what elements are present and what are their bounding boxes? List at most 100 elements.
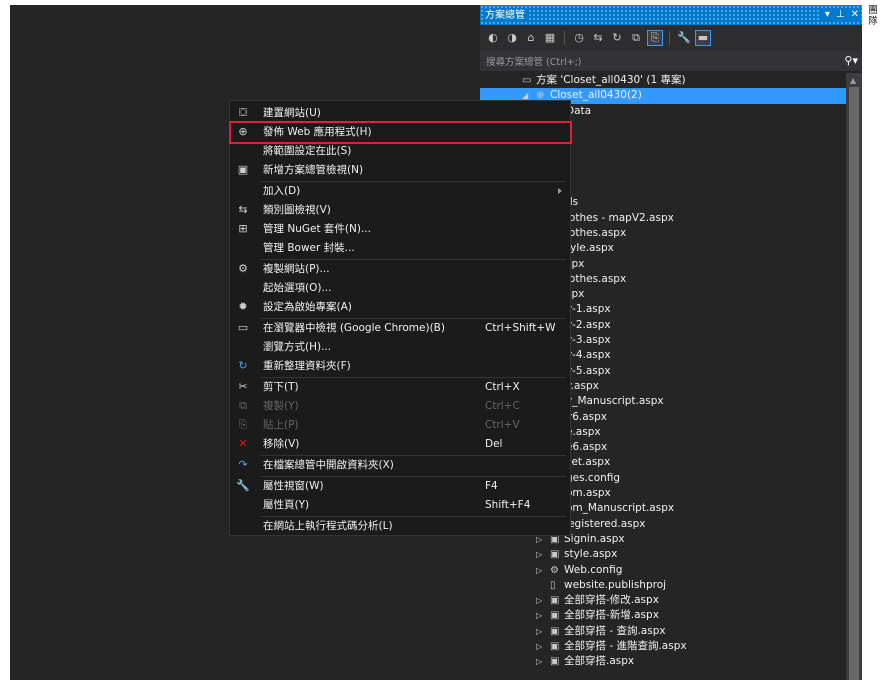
menu-item[interactable]: 管理 Bower 封裝...: [230, 239, 570, 258]
tree-item-label: ges.config: [566, 471, 621, 484]
menu-item[interactable]: ▭ 在瀏覽器中檢視 (Google Chrome)(B) Ctrl+Shift+W: [230, 319, 570, 338]
menu-item[interactable]: ↻ 重新整理資料夾(F): [230, 357, 570, 376]
tree-item[interactable]: ▭ 方案 'Closet_all0430' (1 專案): [480, 73, 846, 88]
menu-item-label: 屬性視窗(W): [263, 480, 324, 492]
collapse-arrow-icon[interactable]: ▷: [536, 563, 542, 578]
copy-icon: ⧉: [239, 399, 247, 412]
tree-item[interactable]: ▷ ▣ style.aspx: [480, 547, 846, 562]
build-icon: ⛋: [238, 106, 248, 119]
solution-explorer-search-input[interactable]: 搜尋方案總管 (Ctrl+;) ⚲▾: [480, 51, 862, 71]
tree-item[interactable]: ▷ ▣ 全部穿搭 - 進階查詢.aspx: [480, 639, 846, 654]
switch-views-icon[interactable]: ▦: [543, 31, 557, 45]
menu-item-label: 剪下(T): [263, 381, 299, 393]
preview-icon[interactable]: ▬: [695, 30, 711, 46]
paste-icon: ⎘: [238, 418, 248, 431]
tree-item-label: Web.config: [564, 563, 623, 576]
sync-icon[interactable]: ⇆: [591, 31, 605, 45]
solution-explorer-titlebar[interactable]: 方案總管 ▾ ⊥ ✕: [480, 5, 862, 25]
menu-item-shortcut: Ctrl+Shift+W: [485, 322, 556, 334]
tree-item-label: 全部穿搭 - 查詢.aspx: [564, 624, 666, 637]
menu-item-label: 瀏覽方式(H)...: [263, 341, 332, 353]
menu-item[interactable]: ✹ 設定為啟始專案(A): [230, 298, 570, 317]
menu-item[interactable]: 🔧 屬性視窗(W) F4: [230, 477, 570, 496]
menu-item[interactable]: ✂ 剪下(T) Ctrl+X: [230, 378, 570, 397]
history-icon[interactable]: ◷: [572, 31, 586, 45]
menu-item-label: 在瀏覽器中檢視 (Google Chrome)(B): [263, 322, 445, 334]
menu-item[interactable]: ⚙ 複製網站(P)...: [230, 260, 570, 279]
scrollbar-thumb[interactable]: [849, 87, 859, 680]
menu-item[interactable]: 起始選項(O)...: [230, 279, 570, 298]
tree-item[interactable]: ▯ website.publishproj: [480, 578, 846, 593]
menu-item[interactable]: 屬性頁(Y) Shift+F4: [230, 496, 570, 515]
menu-item[interactable]: ⇆ 類別圖檢視(V): [230, 201, 570, 220]
tree-item-label: y-5.aspx: [566, 364, 611, 377]
highlight-box: [229, 121, 572, 144]
vertical-scrollbar[interactable]: ▲: [846, 73, 862, 680]
aspx-file-icon: ▣: [550, 640, 560, 652]
dropdown-icon[interactable]: ▾: [825, 8, 830, 22]
toolbar-separator: [669, 31, 670, 45]
menu-item-label: 將範圍設定在此(S): [263, 145, 352, 157]
menu-item-shortcut: Shift+F4: [485, 499, 531, 511]
tree-item-label: y-1.aspx: [566, 303, 611, 316]
tree-item-label: style.aspx: [564, 548, 618, 561]
tree-item-label: om_Manuscript.aspx: [566, 502, 675, 515]
tree-item-label: 全部穿搭 - 進階查詢.aspx: [564, 639, 687, 652]
delete-icon: ✕: [238, 437, 248, 450]
menu-item[interactable]: ⊞ 管理 NuGet 套件(N)...: [230, 220, 570, 239]
search-icon[interactable]: ⚲▾: [844, 54, 858, 67]
menu-item[interactable]: ▣ 新增方案總管檢視(N): [230, 161, 570, 180]
tree-item-label: lothes.aspx: [566, 226, 627, 239]
menu-item-label: 起始選項(O)...: [263, 282, 332, 294]
menu-item-label: 重新整理資料夾(F): [263, 360, 351, 372]
forward-icon[interactable]: ◑: [505, 31, 519, 45]
menu-item-shortcut: F4: [485, 480, 498, 492]
collapse-arrow-icon[interactable]: ▷: [536, 639, 542, 654]
collapse-arrow-icon[interactable]: ▷: [536, 608, 542, 623]
menu-item-label: 複製網站(P)...: [263, 263, 330, 275]
show-all-files-icon[interactable]: ⎘: [647, 30, 663, 46]
menu-item[interactable]: 在網站上執行程式碼分析(L): [230, 517, 570, 536]
menu-item[interactable]: ⊕ 發佈 Web 應用程式(H): [229, 121, 572, 144]
menu-item[interactable]: 將範圍設定在此(S): [230, 142, 570, 161]
aspx-file-icon: ▣: [550, 610, 560, 622]
team-explorer-tab[interactable]: 團隊: [864, 5, 882, 45]
collapse-arrow-icon[interactable]: ▷: [536, 654, 542, 669]
tree-item-label: om.aspx: [566, 487, 611, 500]
back-icon[interactable]: ◐: [486, 31, 500, 45]
copy-website-icon: ⚙: [238, 262, 248, 275]
refresh-icon[interactable]: ↻: [610, 31, 624, 45]
tree-item[interactable]: ▷ ▣ 全部穿搭 - 查詢.aspx: [480, 624, 846, 639]
collapse-arrow-icon[interactable]: ▷: [536, 547, 542, 562]
menu-item-label: 在檔案總管中開啟資料夾(X): [263, 459, 394, 471]
menu-item-label: 新增方案總管檢視(N): [263, 164, 364, 176]
open-folder-icon: ↷: [238, 458, 248, 471]
tree-item[interactable]: ▷ ⚙ Web.config: [480, 563, 846, 578]
tree-item-label: 方案 'Closet_all0430' (1 專案): [536, 74, 686, 86]
tree-item[interactable]: ▷ ▣ 全部穿搭-修改.aspx: [480, 593, 846, 608]
scroll-up-icon[interactable]: ▲: [850, 76, 856, 85]
collapse-all-icon[interactable]: ⧉: [629, 31, 643, 45]
tree-item-label: Signin.aspx: [564, 532, 625, 545]
tree-item-label: e6.aspx: [566, 441, 608, 454]
properties-icon[interactable]: 🔧: [677, 31, 691, 45]
home-icon[interactable]: ⌂: [524, 31, 538, 45]
tree-item[interactable]: ▷ ▣ 全部穿搭.aspx: [480, 654, 846, 669]
pin-icon[interactable]: ⊥: [836, 8, 845, 22]
tree-item-label: set.aspx: [566, 456, 611, 469]
aspx-file-icon: ▣: [550, 656, 560, 668]
tree-item-label: y6.aspx: [566, 410, 608, 423]
menu-item[interactable]: 加入(D): [230, 182, 570, 201]
menu-item[interactable]: ✕ 移除(V) Del: [230, 435, 570, 454]
tree-item-label: lothes - mapV2.aspx: [566, 211, 674, 224]
menu-item[interactable]: ↷ 在檔案總管中開啟資料夾(X): [230, 456, 570, 475]
collapse-arrow-icon[interactable]: ▷: [536, 624, 542, 639]
close-icon[interactable]: ✕: [851, 8, 859, 22]
menu-item[interactable]: 瀏覽方式(H)...: [230, 338, 570, 357]
collapse-arrow-icon[interactable]: ▷: [536, 593, 542, 608]
tree-item-label: y-2.aspx: [566, 318, 611, 331]
publish-file-icon: ▯: [550, 579, 556, 591]
view-in-browser-icon: ▭: [237, 321, 249, 334]
tree-item[interactable]: ▷ ▣ 全部穿搭-新增.aspx: [480, 608, 846, 623]
tree-item-label: 全部穿搭-新增.aspx: [564, 609, 659, 622]
